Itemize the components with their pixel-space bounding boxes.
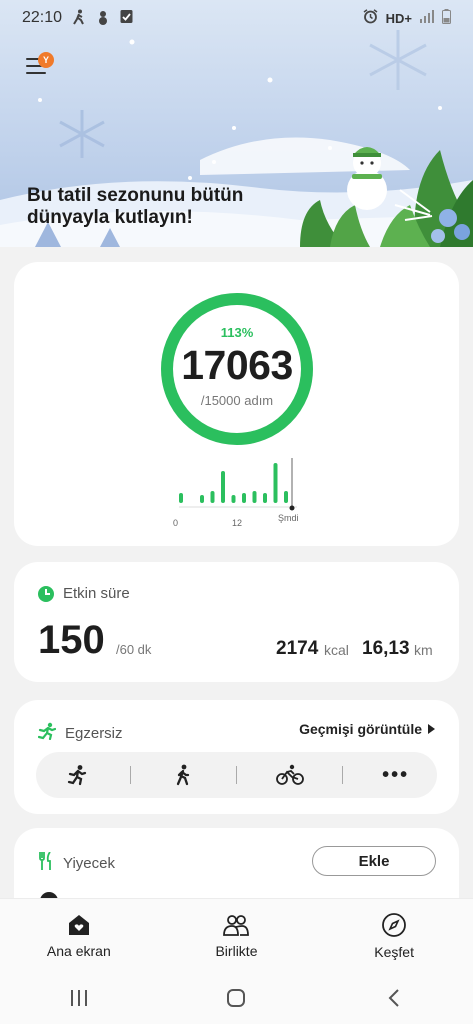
exercise-runner-icon bbox=[37, 722, 57, 744]
nav-home[interactable]: Ana ekran bbox=[19, 913, 139, 959]
exercise-quick-start-bar: ••• bbox=[36, 752, 437, 798]
food-header: Yiyecek bbox=[38, 851, 115, 874]
snowflake-icon bbox=[369, 30, 427, 90]
view-history-label: Geçmişi görüntüle bbox=[299, 721, 422, 737]
running-button[interactable] bbox=[47, 755, 107, 795]
alarm-icon bbox=[363, 9, 378, 27]
nav-discover-label: Keşfet bbox=[374, 943, 414, 960]
hourly-bar bbox=[231, 495, 236, 503]
status-bar: 22:10 HD+ bbox=[0, 0, 473, 36]
distance-value: 16,13 bbox=[362, 638, 410, 659]
steps-goal: /15000 adım bbox=[200, 393, 274, 408]
home-icon bbox=[68, 914, 89, 935]
banner-headline-line2: dünyayla kutlayın! bbox=[27, 207, 193, 228]
hourly-bar bbox=[221, 471, 225, 503]
hourly-bar bbox=[252, 491, 257, 503]
fork-knife-icon bbox=[38, 851, 54, 874]
notification-badge: Y bbox=[38, 52, 54, 68]
walking-status-icon bbox=[72, 9, 86, 28]
clock-icon bbox=[38, 585, 54, 602]
active-time-card[interactable]: Etkin süre 150 /60 dk 2174 kcal 16,13 km bbox=[14, 562, 459, 682]
back-button[interactable] bbox=[364, 978, 424, 1018]
battery-icon bbox=[442, 9, 451, 27]
food-title: Yiyecek bbox=[63, 854, 115, 872]
walking-icon bbox=[177, 764, 190, 786]
add-food-button[interactable]: Ekle bbox=[312, 846, 436, 876]
walking-button[interactable] bbox=[153, 755, 213, 795]
system-navigation-bar bbox=[0, 972, 473, 1024]
active-minutes-goal: /60 dk bbox=[116, 642, 152, 657]
hourly-bar bbox=[210, 491, 215, 503]
nav-discover[interactable]: Keşfet bbox=[334, 912, 454, 960]
active-time-title: Etkin süre bbox=[63, 585, 130, 602]
people-icon bbox=[223, 914, 250, 936]
exercise-header: Egzersiz bbox=[37, 722, 123, 744]
signal-icon bbox=[420, 10, 434, 26]
active-minutes: 150 bbox=[38, 618, 105, 662]
recent-apps-icon bbox=[70, 990, 87, 1006]
chart-tick-middle: 12 bbox=[232, 518, 243, 528]
chart-tick-start: 0 bbox=[173, 518, 179, 528]
steps-count: 17063 bbox=[181, 342, 293, 388]
chart-tick-now: Şmdi bbox=[278, 513, 299, 523]
hourly-steps-chart: 0 12 Şmdi bbox=[169, 458, 309, 528]
nav-home-label: Ana ekran bbox=[46, 942, 111, 959]
steps-card[interactable]: 113% 17063 /15000 adım 0 12 Şmdi bbox=[14, 262, 459, 546]
more-exercises-button[interactable]: ••• bbox=[366, 755, 426, 795]
cycling-icon bbox=[275, 764, 304, 785]
bottom-navigation: Ana ekran Birlikte Keşfet bbox=[0, 898, 473, 972]
exercise-card[interactable]: Egzersiz Geçmişi görüntüle ••• bbox=[14, 700, 459, 814]
active-time-header: Etkin süre bbox=[38, 585, 130, 602]
separator bbox=[235, 766, 237, 784]
separator bbox=[342, 766, 344, 784]
home-circle-icon bbox=[227, 989, 246, 1007]
now-marker-dot bbox=[289, 505, 295, 511]
hourly-bar bbox=[273, 463, 278, 503]
snowman-status-icon bbox=[96, 9, 110, 28]
cycling-button[interactable] bbox=[260, 755, 320, 795]
back-chevron-icon bbox=[388, 989, 399, 1007]
status-time: 22:10 bbox=[22, 9, 63, 26]
promo-banner[interactable]: Y Bu tatil sezonunu bütün dünyayla kutla… bbox=[0, 0, 473, 247]
hourly-bar bbox=[284, 491, 288, 503]
recent-apps-button[interactable] bbox=[49, 978, 109, 1018]
compass-icon bbox=[382, 912, 407, 937]
separator bbox=[129, 766, 131, 784]
calories-value: 2174 bbox=[276, 638, 319, 659]
running-icon bbox=[68, 765, 87, 786]
checklist-status-icon bbox=[120, 9, 133, 27]
home-system-button[interactable] bbox=[206, 978, 266, 1018]
nav-together-label: Birlikte bbox=[215, 942, 258, 959]
hourly-bar bbox=[263, 493, 267, 503]
play-triangle-icon bbox=[428, 724, 435, 734]
steps-progress-ring: 113% 17063 /15000 adım bbox=[158, 290, 316, 448]
hourly-bar bbox=[200, 495, 204, 503]
view-history-link[interactable]: Geçmişi görüntüle bbox=[299, 721, 435, 737]
hourly-bar bbox=[179, 493, 183, 503]
snowman-illustration bbox=[347, 147, 387, 210]
steps-percent: 113% bbox=[220, 325, 254, 340]
more-icon: ••• bbox=[382, 763, 410, 786]
network-type: HD+ bbox=[385, 10, 412, 26]
exercise-title: Egzersiz bbox=[65, 724, 123, 742]
nav-together[interactable]: Birlikte bbox=[176, 913, 296, 959]
snowflake-icon bbox=[59, 110, 105, 158]
distance-unit: km bbox=[414, 642, 433, 658]
hourly-bar bbox=[242, 493, 246, 503]
calories-unit: kcal bbox=[324, 642, 349, 658]
banner-headline: Bu tatil sezonunu bütün dünyayla kutlayı… bbox=[27, 185, 297, 229]
banner-headline-line1: Bu tatil sezonunu bütün bbox=[27, 185, 244, 206]
